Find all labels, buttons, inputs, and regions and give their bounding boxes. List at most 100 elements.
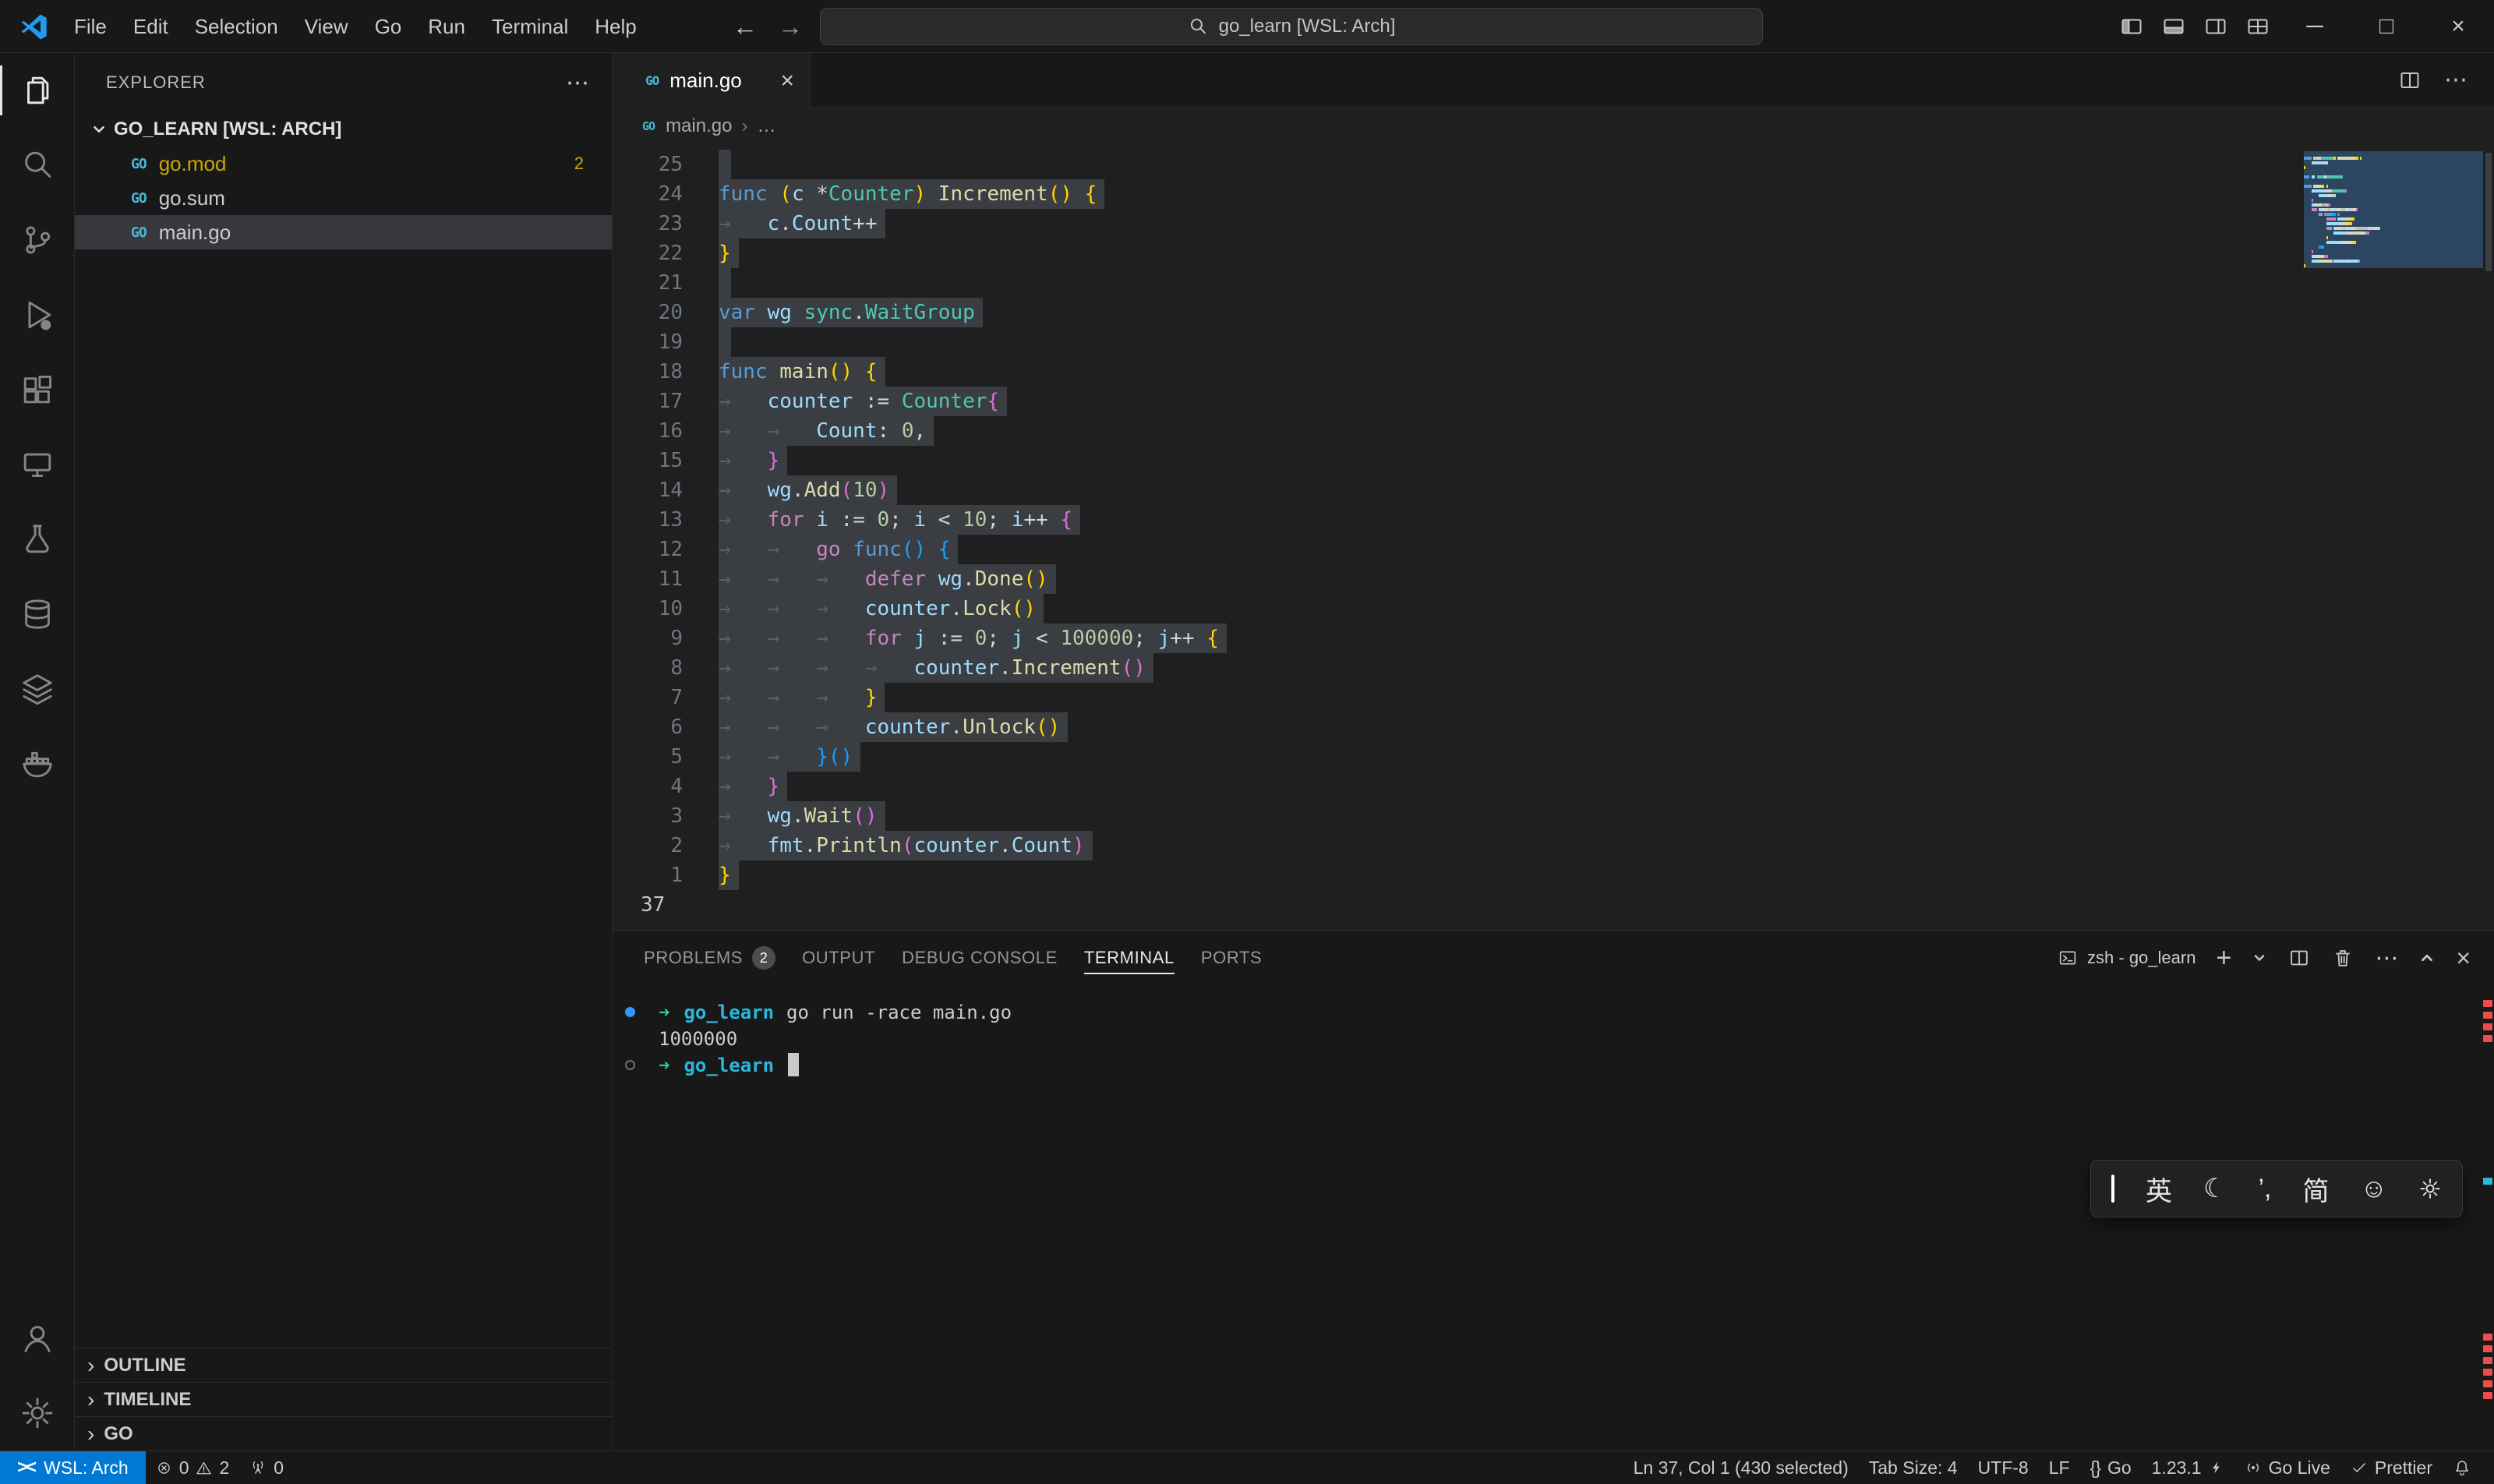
code-token: () (828, 745, 853, 768)
notifications-status[interactable] (2443, 1458, 2482, 1477)
code-token: ) (913, 182, 926, 206)
customize-layout-icon[interactable] (2237, 0, 2279, 53)
terminal-dropdown-icon[interactable] (2252, 950, 2267, 966)
breadcrumb-file[interactable]: main.go (666, 115, 732, 137)
command-pending-decoration[interactable] (625, 1060, 635, 1070)
menu-file[interactable]: File (61, 6, 120, 47)
kill-terminal-icon[interactable] (2331, 946, 2354, 970)
menu-help[interactable]: Help (581, 6, 649, 47)
line-text: →c.Count++ (719, 209, 885, 238)
section-timeline[interactable]: ›TIMELINE (75, 1382, 612, 1416)
section-outline[interactable]: ›OUTLINE (75, 1348, 612, 1382)
go-live-status[interactable]: Go Live (2234, 1458, 2340, 1479)
code-token: Println (816, 834, 902, 857)
tab-whitespace-icon: → (816, 564, 865, 594)
search-icon[interactable] (0, 128, 74, 203)
ime-fullwidth-icon[interactable]: ☾ (2203, 1173, 2227, 1204)
menu-go[interactable]: Go (362, 6, 415, 47)
toggle-sidebar-icon[interactable] (2111, 0, 2153, 53)
ime-settings-icon[interactable] (2418, 1177, 2442, 1200)
ime-emoji-icon[interactable]: ☺ (2360, 1174, 2387, 1204)
ports-status[interactable]: 0 (239, 1451, 294, 1484)
ime-charset-toggle[interactable]: 简 (2302, 1170, 2329, 1208)
minimize-button[interactable]: ─ (2279, 0, 2351, 53)
panel-tab-debug-console[interactable]: DEBUG CONSOLE (902, 931, 1058, 985)
nav-forward-icon[interactable]: → (778, 0, 803, 53)
file-main.go[interactable]: GOmain.go (75, 215, 612, 249)
command-success-decoration[interactable] (625, 1007, 635, 1017)
toggle-panel-icon[interactable] (2153, 0, 2195, 53)
workspace-root-folder[interactable]: GO_LEARN [WSL: ARCH] (75, 112, 612, 147)
menu-run[interactable]: Run (415, 6, 479, 47)
code-token: () (1036, 716, 1060, 739)
problems-status[interactable]: 0 2 (146, 1451, 240, 1484)
docker-icon[interactable] (0, 726, 74, 801)
ime-language-toggle[interactable]: 英 (2146, 1170, 2172, 1208)
language-label: Go (2107, 1458, 2132, 1479)
new-terminal-icon[interactable]: + (2216, 945, 2231, 971)
menu-view[interactable]: View (291, 6, 362, 47)
run-debug-icon[interactable] (0, 277, 74, 352)
remote-indicator[interactable]: >< WSL: Arch (0, 1451, 146, 1484)
terminal-viewport[interactable]: ➜go_learngo run -race main.go1000000➜go_… (613, 985, 2494, 1450)
source-control-icon[interactable] (0, 203, 74, 277)
indentation-status[interactable]: Tab Size: 4 (1859, 1458, 1968, 1479)
file-go.sum[interactable]: GOgo.sum (75, 181, 612, 215)
panel-tab-output[interactable]: OUTPUT (802, 931, 875, 985)
testing-icon[interactable] (0, 502, 74, 577)
layers-icon[interactable] (0, 652, 74, 726)
remote-explorer-icon[interactable] (0, 427, 74, 502)
cursor-position[interactable]: Ln 37, Col 1 (430 selected) (1623, 1458, 1859, 1479)
split-terminal-icon[interactable] (2287, 946, 2311, 970)
breadcrumb[interactable]: GO main.go › … (613, 108, 2494, 145)
code-token: ++ (1170, 627, 1206, 650)
terminal-session[interactable]: zsh - go_learn (2058, 948, 2195, 968)
tab-whitespace-icon: → (719, 505, 768, 535)
code-editor[interactable]: 2524func (c *Counter) Increment() {23→c.… (613, 145, 2494, 930)
close-panel-icon[interactable]: × (2456, 944, 2471, 973)
close-tab-icon[interactable]: × (780, 68, 794, 94)
database-icon[interactable] (0, 577, 74, 652)
line-text: var wg sync.WaitGroup (719, 298, 983, 327)
panel-more-actions-icon[interactable]: ⋯ (2375, 945, 2398, 972)
panel-tab-problems[interactable]: PROBLEMS2 (644, 931, 775, 985)
command-center[interactable]: go_learn [WSL: Arch] (820, 8, 1763, 45)
files-icon[interactable] (0, 53, 74, 128)
editor-more-actions-icon[interactable]: ⋯ (2444, 66, 2468, 94)
maximize-panel-icon[interactable] (2418, 949, 2436, 966)
menu-terminal[interactable]: Terminal (479, 6, 581, 47)
go-version-status[interactable]: 1.23.1 (2142, 1458, 2234, 1479)
language-mode[interactable]: {} Go (2080, 1458, 2142, 1479)
panel-tab-ports[interactable]: PORTS (1201, 931, 1262, 985)
account-icon[interactable] (0, 1301, 74, 1376)
menu-selection[interactable]: Selection (182, 6, 291, 47)
eol-status[interactable]: LF (2039, 1458, 2080, 1479)
explorer-more-actions-icon[interactable]: ⋯ (566, 69, 590, 97)
split-editor-icon[interactable] (2397, 68, 2422, 93)
settings-icon[interactable] (0, 1376, 74, 1450)
menu-edit[interactable]: Edit (120, 6, 182, 47)
code-token (792, 301, 804, 324)
prettier-status[interactable]: Prettier (2340, 1458, 2443, 1479)
extensions-icon[interactable] (0, 352, 74, 427)
maximize-button[interactable]: □ (2351, 0, 2422, 53)
panel-tab-terminal[interactable]: TERMINAL (1084, 931, 1175, 985)
minimap-segment (2317, 203, 2323, 207)
file-go.mod[interactable]: GOgo.mod2 (75, 147, 612, 181)
breadcrumb-symbol[interactable]: … (757, 115, 775, 137)
terminal-output: 1000000 (659, 1028, 737, 1050)
line-content: →for i := 0; i < 10; i++ { (719, 505, 2299, 535)
minimap[interactable] (2304, 151, 2483, 273)
ime-punctuation-toggle[interactable]: ’, (2258, 1174, 2271, 1204)
code-token: * (804, 182, 828, 206)
tab-whitespace-icon: → (719, 772, 768, 801)
nav-back-icon[interactable]: ← (733, 0, 758, 53)
section-go[interactable]: ›GO (75, 1416, 612, 1450)
tab-main-go[interactable]: GO main.go × (613, 53, 811, 108)
encoding-status[interactable]: UTF-8 (1968, 1458, 2039, 1479)
close-window-button[interactable]: × (2422, 0, 2494, 53)
editor-area: GO main.go × ⋯ GO main.go › … 2524func (… (613, 53, 2494, 1450)
toggle-secondary-sidebar-icon[interactable] (2195, 0, 2237, 53)
ime-toolbar[interactable]: 英 ☾ ’, 简 ☺ (2090, 1160, 2463, 1217)
terminal-scrollbar-decorations[interactable] (2483, 931, 2492, 1450)
